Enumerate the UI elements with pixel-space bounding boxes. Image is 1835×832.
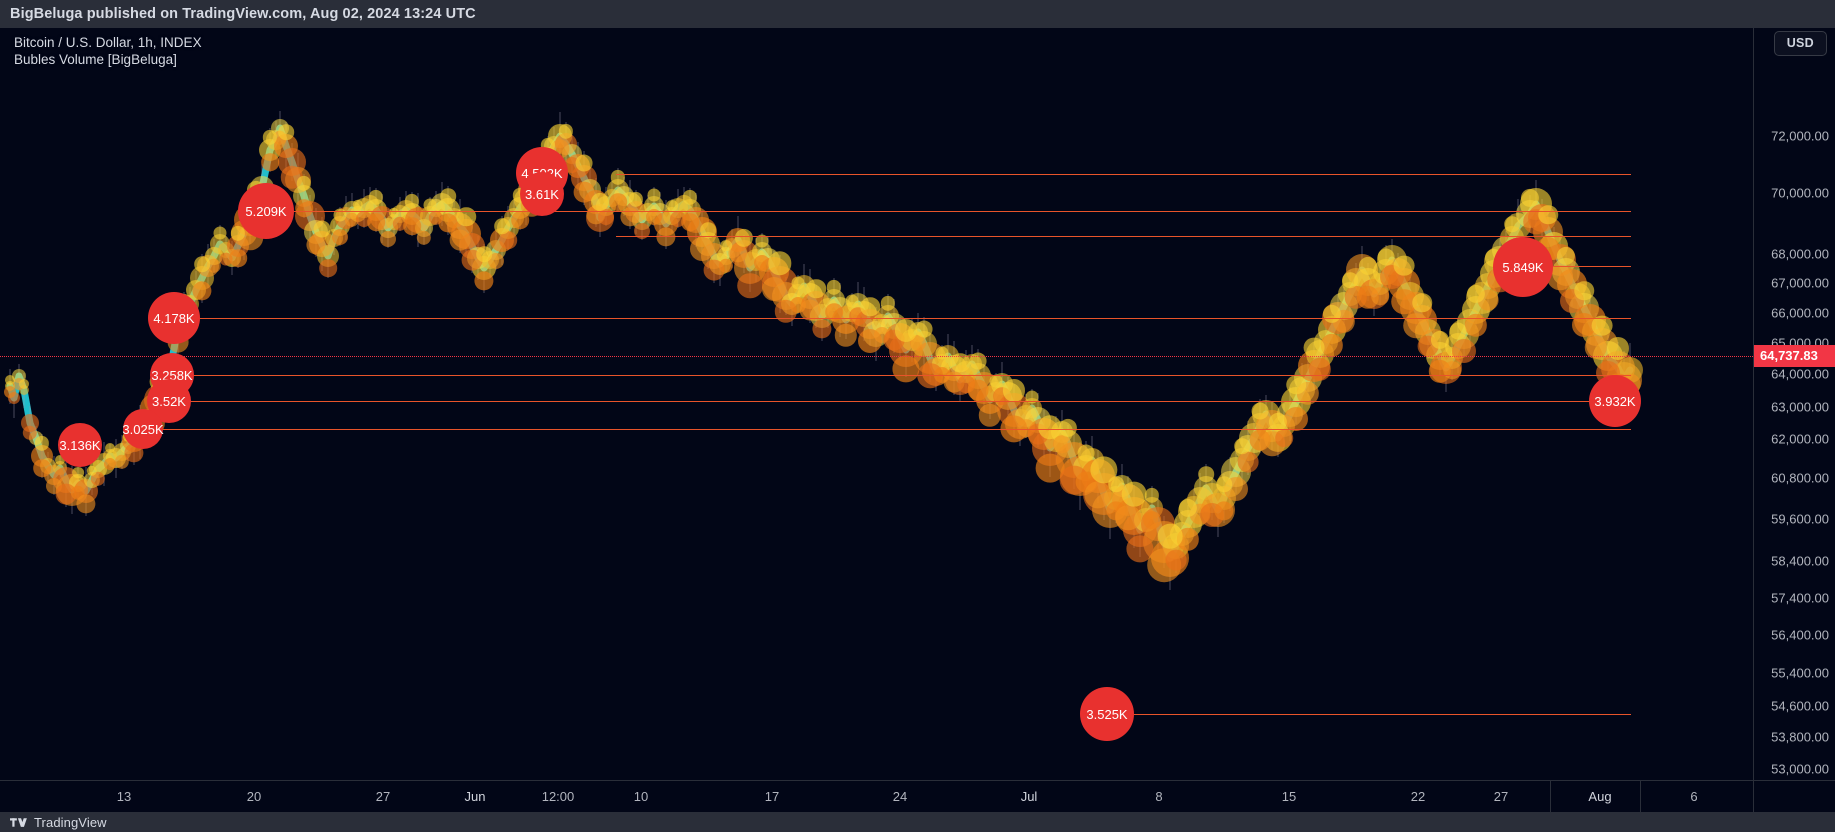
currency-badge[interactable]: USD bbox=[1773, 31, 1827, 56]
time-tick-label: 6 bbox=[1690, 789, 1698, 804]
time-tick-label: 22 bbox=[1410, 789, 1426, 804]
time-axis[interactable]: 13 20 27 Jun 12:00 10 17 24 Jul 8 15 22 27 Aug 6 bbox=[0, 780, 1753, 812]
price-tick-label: 68,000.00 bbox=[1771, 246, 1829, 262]
price-tick-label: 53,800.00 bbox=[1771, 729, 1829, 745]
volume-annotation-label[interactable]: 3.61K bbox=[520, 172, 564, 216]
time-tick-label: Jun bbox=[464, 789, 486, 804]
time-tick-label: 8 bbox=[1155, 789, 1163, 804]
price-tick-label: 55,400.00 bbox=[1771, 665, 1829, 681]
volume-annotation-label[interactable]: 5.849K bbox=[1493, 237, 1553, 297]
price-tick-label: 59,600.00 bbox=[1771, 511, 1829, 527]
time-tick-label: Aug bbox=[1588, 789, 1612, 804]
last-price-badge[interactable]: 64,737.83 bbox=[1754, 345, 1835, 367]
price-tick-label: 53,000.00 bbox=[1771, 761, 1829, 777]
volume-annotation-label[interactable]: 3.025K bbox=[122, 409, 164, 449]
price-tick-label: 67,000.00 bbox=[1771, 275, 1829, 291]
tradingview-chart-screenshot: BigBeluga published on TradingView.com, … bbox=[0, 0, 1835, 832]
time-tick-label: 10 bbox=[633, 789, 649, 804]
price-tick-label: 64,000.00 bbox=[1771, 366, 1829, 382]
volume-annotation-label[interactable]: 3.136K bbox=[58, 423, 102, 467]
price-tick-label: 57,400.00 bbox=[1771, 590, 1829, 606]
time-tick-label: Jul bbox=[1020, 789, 1038, 804]
time-tick-label: 17 bbox=[764, 789, 780, 804]
attribution-text: BigBeluga published on TradingView.com, … bbox=[10, 6, 476, 22]
price-tick-label: 66,000.00 bbox=[1771, 305, 1829, 321]
volume-annotation-label[interactable]: 4.178K bbox=[148, 292, 200, 344]
price-tick-label: 70,000.00 bbox=[1771, 185, 1829, 201]
time-tick-label: 24 bbox=[892, 789, 908, 804]
price-tick-label: 56,400.00 bbox=[1771, 627, 1829, 643]
footer-bar: TradingView bbox=[0, 812, 1835, 832]
tradingview-logo: TradingView bbox=[0, 815, 107, 830]
time-tick-label: 20 bbox=[246, 789, 262, 804]
chart-pane[interactable]: 5.209K4.178K3.258K3.52K3.025K3.136K4.502… bbox=[0, 28, 1753, 780]
volume-annotation-label[interactable]: 3.932K bbox=[1589, 375, 1641, 427]
time-axis-divider bbox=[1550, 781, 1551, 812]
time-tick-label: 12:00 bbox=[541, 789, 575, 804]
time-tick-label: 27 bbox=[375, 789, 391, 804]
price-tick-label: 60,800.00 bbox=[1771, 470, 1829, 486]
tradingview-logo-text: TradingView bbox=[34, 814, 107, 830]
time-tick-label: 27 bbox=[1493, 789, 1509, 804]
volume-annotation-label[interactable]: 3.525K bbox=[1080, 687, 1134, 741]
price-tick-label: 63,000.00 bbox=[1771, 399, 1829, 415]
time-axis-corner bbox=[1753, 780, 1835, 812]
volume-labels-layer: 5.209K4.178K3.258K3.52K3.025K3.136K4.502… bbox=[0, 28, 1753, 780]
time-tick-label: 15 bbox=[1281, 789, 1297, 804]
time-axis-divider bbox=[1640, 781, 1641, 812]
price-tick-label: 72,000.00 bbox=[1771, 128, 1829, 144]
price-axis[interactable]: USD 72,000.00 70,000.00 68,000.00 67,000.00… bbox=[1753, 28, 1835, 780]
tradingview-logo-icon bbox=[10, 817, 27, 827]
price-tick-label: 58,400.00 bbox=[1771, 553, 1829, 569]
attribution-bar: BigBeluga published on TradingView.com, … bbox=[0, 0, 1835, 28]
price-tick-label: 62,000.00 bbox=[1771, 431, 1829, 447]
price-tick-label: 54,600.00 bbox=[1771, 698, 1829, 714]
volume-annotation-label[interactable]: 5.209K bbox=[238, 183, 294, 239]
time-tick-label: 13 bbox=[116, 789, 132, 804]
